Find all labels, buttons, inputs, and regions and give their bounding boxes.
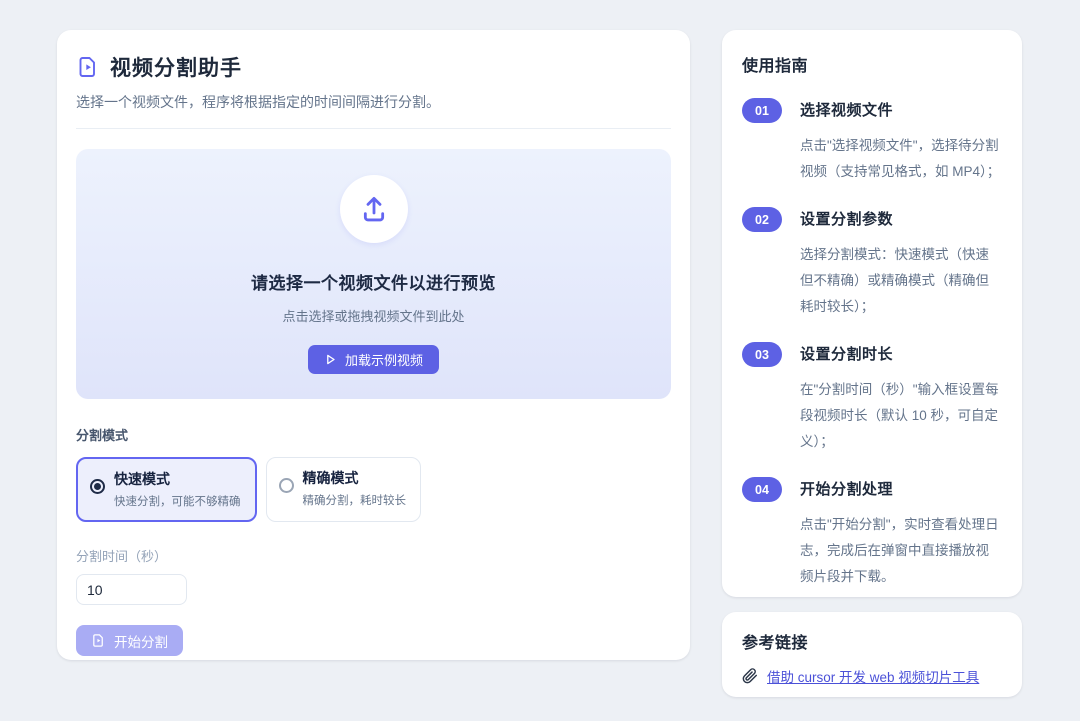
mode-option-fast[interactable]: 快速模式 快速分割，可能不够精确	[76, 457, 257, 522]
paperclip-icon	[742, 668, 758, 684]
step-title: 开始分割处理	[800, 477, 1002, 502]
reference-links-panel: 参考链接 借助 cursor 开发 web 视频切片工具	[722, 612, 1022, 697]
mode-option-title: 精确模式	[303, 468, 407, 488]
upload-icon	[358, 193, 390, 225]
step-number-badge: 04	[742, 477, 782, 502]
step-title: 选择视频文件	[800, 98, 1002, 123]
load-sample-video-label: 加载示例视频	[345, 350, 423, 369]
page-title: 视频分割助手	[110, 52, 242, 82]
reference-link[interactable]: 借助 cursor 开发 web 视频切片工具	[767, 666, 979, 686]
mode-option-precise[interactable]: 精确模式 精确分割，耗时较长	[266, 457, 422, 522]
upload-dropzone[interactable]: 请选择一个视频文件以进行预览 点击选择或拖拽视频文件到此处 加载示例视频	[76, 149, 671, 399]
guide-title: 使用指南	[742, 52, 1002, 76]
upload-hint: 点击选择或拖拽视频文件到此处	[282, 306, 464, 325]
header-divider	[76, 128, 671, 129]
upload-icon-circle	[340, 175, 408, 243]
radio-unselected-icon[interactable]	[279, 478, 294, 493]
step-description: 点击"选择视频文件"，选择待分割视频（支持常见格式，如 MP4）；	[800, 133, 1002, 185]
step-number-badge: 01	[742, 98, 782, 123]
split-mode-options: 快速模式 快速分割，可能不够精确 精确模式 精确分割，耗时较长	[76, 457, 671, 522]
split-duration-input[interactable]	[76, 574, 187, 605]
play-icon	[324, 353, 337, 366]
reference-title: 参考链接	[742, 629, 1002, 653]
guide-step-2: 02 设置分割参数 选择分割模式：快速模式（快速但不精确）或精确模式（精确但耗时…	[742, 207, 1002, 320]
video-split-panel: 视频分割助手 选择一个视频文件，程序将根据指定的时间间隔进行分割。 请选择一个视…	[57, 30, 690, 660]
guide-step-1: 01 选择视频文件 点击"选择视频文件"，选择待分割视频（支持常见格式，如 MP…	[742, 98, 1002, 185]
split-mode-label: 分割模式	[76, 425, 671, 444]
step-number-badge: 02	[742, 207, 782, 232]
radio-selected-icon[interactable]	[90, 479, 105, 494]
guide-step-4: 04 开始分割处理 点击"开始分割"，实时查看处理日志，完成后在弹窗中直接播放视…	[742, 477, 1002, 590]
step-title: 设置分割参数	[800, 207, 1002, 232]
mode-option-desc: 精确分割，耗时较长	[303, 492, 407, 508]
video-file-icon	[91, 633, 106, 648]
video-file-icon	[76, 55, 100, 79]
mode-option-title: 快速模式	[114, 469, 241, 489]
usage-guide-panel: 使用指南 01 选择视频文件 点击"选择视频文件"，选择待分割视频（支持常见格式…	[722, 30, 1022, 597]
step-description: 点击"开始分割"，实时查看处理日志，完成后在弹窗中直接播放视频片段并下载。	[800, 512, 1002, 590]
guide-step-3: 03 设置分割时长 在"分割时间（秒）"输入框设置每段视频时长（默认 10 秒，…	[742, 342, 1002, 455]
step-description: 选择分割模式：快速模式（快速但不精确）或精确模式（精确但耗时较长）；	[800, 242, 1002, 320]
reference-link-row: 借助 cursor 开发 web 视频切片工具	[742, 666, 1002, 686]
step-number-badge: 03	[742, 342, 782, 367]
panel-header: 视频分割助手	[76, 52, 671, 82]
page-subtitle: 选择一个视频文件，程序将根据指定的时间间隔进行分割。	[76, 92, 671, 112]
split-duration-label: 分割时间（秒）	[76, 546, 671, 565]
step-title: 设置分割时长	[800, 342, 1002, 367]
start-split-label: 开始分割	[114, 631, 168, 651]
step-description: 在"分割时间（秒）"输入框设置每段视频时长（默认 10 秒，可自定义）；	[800, 377, 1002, 455]
mode-option-desc: 快速分割，可能不够精确	[114, 493, 241, 509]
start-split-button[interactable]: 开始分割	[76, 625, 183, 656]
upload-heading: 请选择一个视频文件以进行预览	[251, 269, 496, 294]
load-sample-video-button[interactable]: 加载示例视频	[308, 345, 439, 374]
